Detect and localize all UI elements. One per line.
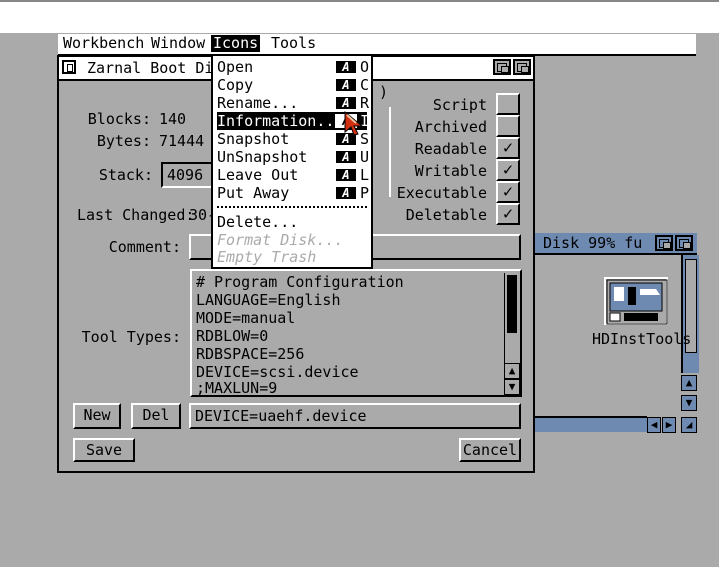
flag-readable-label: Readable [414, 140, 487, 158]
zoom-gadget-icon[interactable] [655, 235, 673, 251]
shortcut-key: L [360, 166, 370, 184]
menu-item-label: Information... [217, 112, 344, 130]
mouse-pointer-icon [344, 110, 364, 136]
menu-icons[interactable]: Icons [211, 35, 261, 52]
shortcut-key: P [360, 184, 370, 202]
flag-deletable-label: Deletable [405, 206, 487, 224]
drawer-scroll-up-icon[interactable]: ▲ [681, 375, 697, 391]
drawer-scroll-left-icon[interactable]: ◀ [647, 417, 661, 433]
menu-item-label: Rename... [217, 94, 299, 112]
flag-deletable-checkbox[interactable]: ✓ [496, 203, 520, 225]
blocks-value: 140 [159, 110, 187, 128]
tooltype-line[interactable]: ;MAXLUN=9 [196, 379, 277, 397]
drawer-scroll-right-icon[interactable]: ▶ [662, 417, 676, 433]
drawer-scroll-down-icon[interactable]: ▼ [681, 395, 697, 411]
drawer-window-title: Disk 99% fu [543, 234, 643, 252]
flag-archived-label: Archived [414, 118, 487, 136]
drawer-horizontal-scrollbar[interactable] [535, 416, 647, 432]
flag-script-checkbox[interactable] [496, 93, 520, 115]
tooltypes-label: Tool Types: [81, 328, 181, 346]
menu-item-put-away[interactable]: Put Away A P [217, 184, 370, 202]
menu-separator [217, 206, 367, 208]
menu-item-label: UnSnapshot [217, 148, 308, 166]
bytes-label: Bytes: [96, 132, 151, 150]
info-window-title: Zarnal Boot Disk [87, 59, 232, 77]
depth-gadget-icon[interactable] [675, 235, 693, 251]
menu-item-delete[interactable]: Delete... [217, 213, 367, 231]
menu-item-empty-trash: Empty Trash [217, 248, 317, 266]
tooltype-line[interactable]: RDBLOW=0 [196, 327, 268, 345]
menu-workbench[interactable]: Workbench [61, 35, 146, 52]
tooltypes-list[interactable]: # Program Configuration LANGUAGE=English… [190, 269, 522, 397]
menu-item-unsnapshot[interactable]: UnSnapshot A U [217, 148, 370, 166]
tooltype-line[interactable]: # Program Configuration [196, 273, 404, 291]
tooltype-line[interactable]: RDBSPACE=256 [196, 345, 304, 363]
hidden-paren: ) [379, 83, 389, 101]
menu-item-label: Snapshot [217, 130, 290, 148]
zoom-gadget-icon[interactable] [493, 59, 511, 75]
tooltype-line[interactable]: MODE=manual [196, 309, 295, 327]
cancel-button[interactable]: Cancel [459, 438, 521, 462]
blocks-label: Blocks: [87, 110, 151, 128]
flag-readable-checkbox[interactable]: ✓ [496, 137, 520, 159]
flag-writable-checkbox[interactable]: ✓ [496, 159, 520, 181]
menu-item-label: Copy [217, 76, 254, 94]
shortcut-key: U [360, 148, 370, 166]
menu-tools[interactable]: Tools [269, 35, 318, 52]
tooltype-edit-input[interactable]: DEVICE=uaehf.device [189, 403, 521, 429]
menu-item-copy[interactable]: Copy A C [217, 76, 370, 94]
tooltypes-scroll-knob[interactable] [507, 275, 517, 333]
hdinsttools-icon[interactable] [604, 277, 668, 325]
menu-window[interactable]: Window [149, 35, 207, 52]
scroll-up-arrow-icon[interactable]: ▲ [504, 363, 520, 379]
close-gadget-icon[interactable] [62, 60, 76, 74]
save-button[interactable]: Save [73, 438, 135, 462]
shortcut-key: C [360, 76, 370, 94]
flag-archived-checkbox[interactable] [496, 115, 520, 137]
new-button[interactable]: New [73, 403, 121, 429]
scroll-down-arrow-icon[interactable]: ▼ [504, 379, 520, 395]
del-button[interactable]: Del [131, 403, 181, 429]
flag-executable-label: Executable [396, 184, 487, 202]
amiga-key-icon: A [335, 78, 357, 92]
icons-menu-dropdown: Open A O Copy A C Rename... A R Information...… [211, 54, 373, 269]
amiga-key-icon: A [335, 60, 357, 74]
menu-item-leave-out[interactable]: Leave Out A L [217, 166, 370, 184]
menu-bar: Workbench Window Icons Tools [58, 34, 696, 56]
last-changed-label: Last Changed: [77, 206, 195, 224]
menu-item-label: Leave Out [217, 166, 299, 184]
tooltype-line[interactable]: LANGUAGE=English [196, 291, 341, 309]
depth-gadget-icon[interactable] [513, 59, 531, 75]
amiga-key-icon: A [335, 150, 357, 164]
flag-script-label: Script [432, 96, 487, 114]
tooltypes-scrollbar[interactable] [504, 273, 519, 373]
stack-label: Stack: [98, 166, 153, 184]
drawer-window-titlebar[interactable]: Disk 99% fu [535, 233, 697, 255]
menu-item-label: Put Away [217, 184, 290, 202]
tooltype-edit-value: DEVICE=uaehf.device [195, 407, 367, 425]
amiga-key-icon: A [335, 186, 357, 200]
bytes-value: 71444 [159, 132, 205, 150]
amiga-key-icon: A [335, 96, 357, 110]
menu-item-open[interactable]: Open A O [217, 58, 370, 76]
menu-item-label: Open [217, 58, 254, 76]
screen-top-area [0, 2, 719, 33]
shortcut-key: O [360, 58, 370, 76]
flag-executable-checkbox[interactable]: ✓ [496, 181, 520, 203]
hdinsttools-label: HDInstTools [592, 330, 692, 348]
comment-label: Comment: [108, 238, 181, 256]
stack-value: 4096 [167, 166, 204, 184]
drawer-vertical-scrollbar[interactable] [681, 255, 699, 373]
drawer-size-gadget-icon[interactable]: ◢ [681, 417, 697, 433]
menu-item-format-disk: Format Disk... [217, 231, 344, 249]
flag-writable-label: Writable [414, 162, 487, 180]
amiga-key-icon: A [335, 168, 357, 182]
